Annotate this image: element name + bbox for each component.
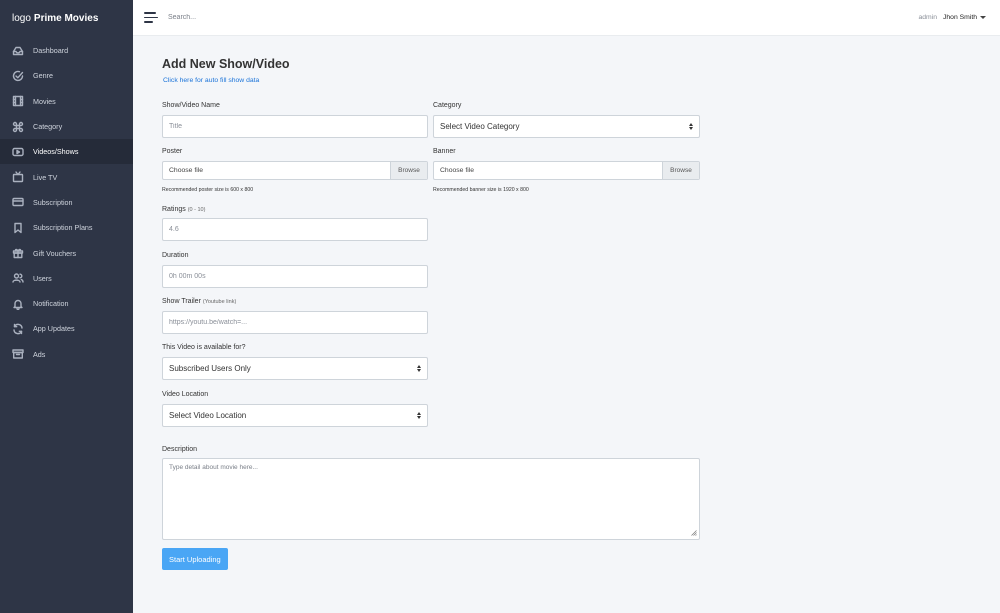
gift-icon <box>11 247 24 260</box>
availability-label: This Video is available for? <box>162 344 246 351</box>
sidebar-item-genre[interactable]: Genre <box>0 63 133 88</box>
user-role: admin <box>918 14 937 21</box>
sidebar-item-label: App Updates <box>33 324 75 334</box>
trailer-label: Show Trailer (Youtube link) <box>162 298 236 305</box>
sidebar-item-label: Live TV <box>33 172 58 182</box>
select-arrows-icon <box>417 412 421 419</box>
dashboard-icon <box>11 44 24 57</box>
ratings-hint: (0 - 10) <box>187 207 206 213</box>
sidebar-item-ads[interactable]: Ads <box>0 342 133 367</box>
sidebar-item-dashboard[interactable]: Dashboard <box>0 38 133 63</box>
availability-select[interactable]: Subscribed Users Only <box>162 357 428 380</box>
ratings-input[interactable] <box>162 218 428 241</box>
user-menu[interactable]: admin Jhon Smith <box>918 14 986 21</box>
movies-icon <box>11 95 24 108</box>
banner-label: Banner <box>433 148 456 155</box>
trailer-hint: (Youtube link) <box>202 299 237 305</box>
trailer-input[interactable] <box>162 311 428 334</box>
sidebar-item-videos-shows[interactable]: Videos/Shows <box>0 139 133 165</box>
availability-select-value: Subscribed Users Only <box>169 364 251 373</box>
menu-toggle-icon[interactable] <box>144 12 158 23</box>
autofill-link[interactable]: Click here for auto fill show data <box>163 77 259 84</box>
start-uploading-button[interactable]: Start Uploading <box>162 548 228 570</box>
users-icon <box>11 272 24 285</box>
ratings-label-text: Ratings <box>162 206 186 213</box>
sidebar-item-subscription-plans[interactable]: Subscription Plans <box>0 215 133 240</box>
sidebar-item-label: Movies <box>33 96 56 106</box>
sidebar-nav: Dashboard Genre Movies Category Videos/S… <box>0 38 133 367</box>
sidebar-item-label: Category <box>33 122 63 132</box>
category-label: Category <box>433 102 462 109</box>
refresh-icon <box>11 322 24 335</box>
name-label: Show/Video Name <box>162 102 220 109</box>
description-textarea[interactable] <box>162 458 700 540</box>
ads-icon <box>11 348 24 361</box>
bell-icon <box>11 297 24 310</box>
topbar: admin Jhon Smith <box>133 0 1000 36</box>
description-label: Description <box>162 446 198 453</box>
category-select-value: Select Video Category <box>440 122 520 131</box>
tv-icon <box>11 171 24 184</box>
sidebar-item-label: Ads <box>33 349 46 359</box>
location-label: Video Location <box>162 391 209 398</box>
category-select[interactable]: Select Video Category <box>433 115 700 138</box>
bookmark-icon <box>11 221 24 234</box>
banner-hint: Recommended banner size is 1920 x 800 <box>433 187 529 193</box>
sidebar-item-label: Videos/Shows <box>33 147 79 157</box>
video-icon <box>11 145 24 158</box>
poster-browse-button[interactable]: Browse <box>390 162 427 179</box>
trailer-label-text: Show Trailer <box>162 298 201 305</box>
select-arrows-icon <box>689 123 693 130</box>
app-logo[interactable]: logo Prime Movies <box>0 0 133 36</box>
banner-file-text: Choose file <box>440 167 475 174</box>
sidebar-item-users[interactable]: Users <box>0 266 133 291</box>
poster-file-text: Choose file <box>169 167 204 174</box>
sidebar-item-label: Gift Vouchers <box>33 248 77 258</box>
sidebar-item-gift-vouchers[interactable]: Gift Vouchers <box>0 240 133 265</box>
sidebar-item-subscription[interactable]: Subscription <box>0 190 133 215</box>
search-input[interactable] <box>168 7 368 28</box>
ratings-label: Ratings (0 - 10) <box>162 206 205 213</box>
duration-label: Duration <box>162 252 189 259</box>
duration-input[interactable] <box>162 265 428 288</box>
sidebar-item-app-updates[interactable]: App Updates <box>0 316 133 341</box>
sidebar-item-label: Notification <box>33 299 69 309</box>
subscription-icon <box>11 196 24 209</box>
title-input[interactable] <box>162 115 428 138</box>
sidebar-item-notification[interactable]: Notification <box>0 291 133 316</box>
sidebar: logo Prime Movies Dashboard Genre Movies… <box>0 0 133 613</box>
sidebar-item-label: Subscription <box>33 197 73 207</box>
location-select[interactable]: Select Video Location <box>162 404 428 427</box>
sidebar-item-movies[interactable]: Movies <box>0 89 133 114</box>
poster-label: Poster <box>162 148 183 155</box>
user-name: Jhon Smith <box>942 14 977 21</box>
sidebar-item-live-tv[interactable]: Live TV <box>0 164 133 189</box>
poster-file-input[interactable]: Choose file Browse <box>162 161 428 180</box>
location-select-value: Select Video Location <box>169 411 247 420</box>
sidebar-item-label: Dashboard <box>33 46 69 56</box>
brand-name: Prime Movies <box>33 12 99 24</box>
poster-hint: Recommended poster size is 600 x 800 <box>162 187 254 193</box>
page-title: Add New Show/Video <box>162 57 290 71</box>
select-arrows-icon <box>417 365 421 372</box>
category-icon <box>11 120 24 133</box>
sidebar-item-label: Subscription Plans <box>33 223 93 233</box>
chevron-down-icon <box>980 16 986 19</box>
sidebar-item-label: Users <box>33 273 52 283</box>
banner-browse-button[interactable]: Browse <box>662 162 699 179</box>
genre-icon <box>11 69 24 82</box>
sidebar-item-label: Genre <box>33 71 53 81</box>
logo-prefix: logo <box>12 12 31 24</box>
sidebar-item-category[interactable]: Category <box>0 114 133 139</box>
banner-file-input[interactable]: Choose file Browse <box>433 161 700 180</box>
resize-grip-icon[interactable] <box>691 530 697 536</box>
